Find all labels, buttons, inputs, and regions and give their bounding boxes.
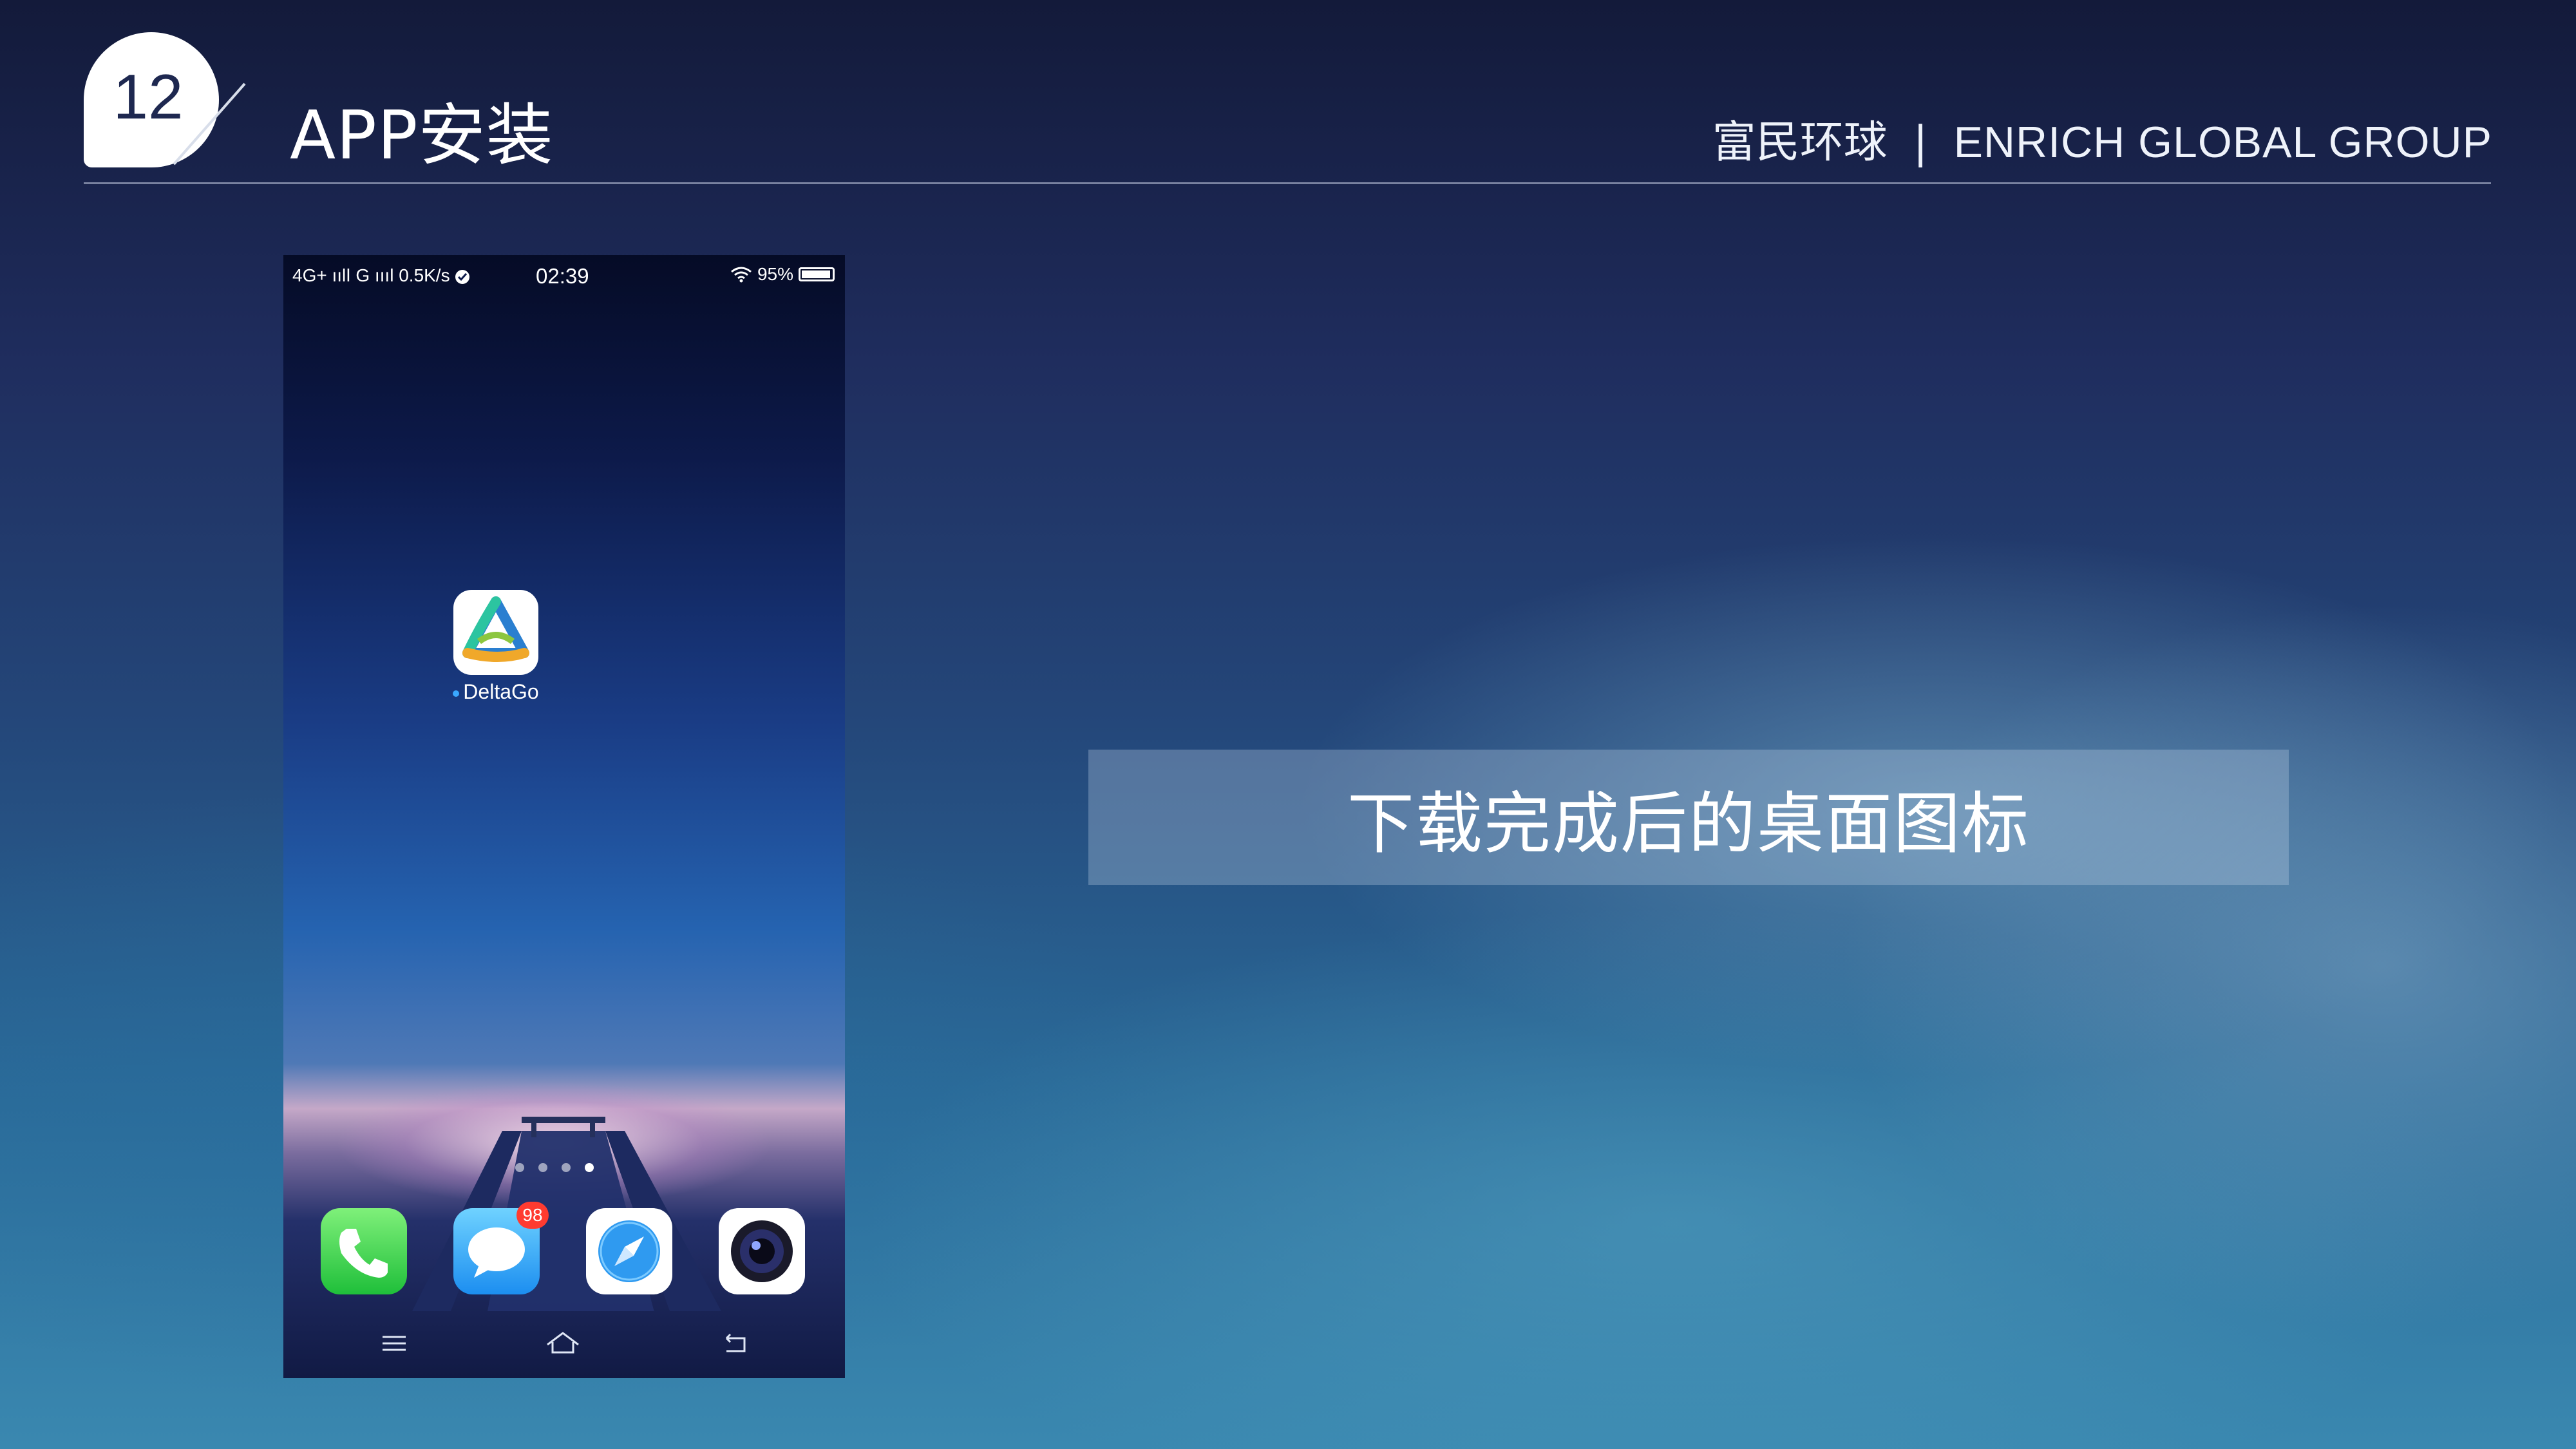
deltago-app-label[interactable]: DeltaGo	[431, 680, 560, 704]
compass-icon	[598, 1220, 660, 1282]
company-name: 富民环球 | ENRICH GLOBAL GROUP	[1712, 106, 2492, 170]
menu-icon	[383, 1336, 406, 1351]
status-right: 95%	[730, 264, 835, 285]
battery-icon	[799, 267, 835, 281]
battery-percent: 95%	[757, 264, 793, 284]
camera-lens-icon	[731, 1220, 793, 1282]
page-dot	[562, 1163, 571, 1172]
page-dot-active	[585, 1163, 594, 1172]
back-icon	[725, 1333, 746, 1352]
phone-screenshot: 4G+ ıılǀ G ıııl 0.5K/s 02:39 95% DeltaGo…	[283, 255, 845, 1378]
browser-app-icon[interactable]	[586, 1208, 672, 1294]
company-name-cn: 富民环球	[1712, 117, 1888, 168]
menu-button[interactable]	[375, 1324, 413, 1363]
company-name-en: ENRICH GLOBAL GROUP	[1953, 118, 2492, 167]
wifi-icon	[731, 267, 752, 283]
check-icon	[455, 269, 470, 284]
deltago-app-icon[interactable]	[453, 590, 538, 675]
network-info: 4G+ ıılǀ G ıııl 0.5K/s	[292, 265, 450, 285]
app-label-text: DeltaGo	[463, 680, 539, 703]
phone-app-icon[interactable]	[321, 1208, 407, 1294]
slash-divider	[173, 82, 246, 166]
page-dot	[515, 1163, 524, 1172]
deltago-logo-icon	[462, 596, 529, 662]
new-app-dot	[453, 690, 460, 697]
camera-app-icon[interactable]	[719, 1208, 805, 1294]
company-separator: |	[1913, 117, 1928, 168]
page-indicator	[515, 1163, 594, 1172]
caption-text: 下载完成后的桌面图标	[1347, 784, 2030, 863]
caption-box: 下载完成后的桌面图标	[1088, 750, 2289, 885]
status-time: 02:39	[536, 264, 589, 288]
message-count-badge: 98	[516, 1202, 549, 1229]
phone-handset-icon	[339, 1229, 388, 1278]
back-button[interactable]	[716, 1324, 755, 1363]
home-icon	[547, 1332, 579, 1354]
navigation-bar	[283, 1311, 845, 1376]
page-dot	[538, 1163, 547, 1172]
home-button[interactable]	[544, 1324, 582, 1363]
slide-title: APP安装	[290, 96, 554, 175]
header-divider	[84, 182, 2491, 184]
status-bar: 4G+ ıılǀ G ıııl 0.5K/s 02:39 95%	[283, 255, 845, 300]
status-network: 4G+ ıılǀ G ıııl 0.5K/s	[292, 265, 470, 286]
slide-number-badge: 12	[84, 32, 258, 180]
